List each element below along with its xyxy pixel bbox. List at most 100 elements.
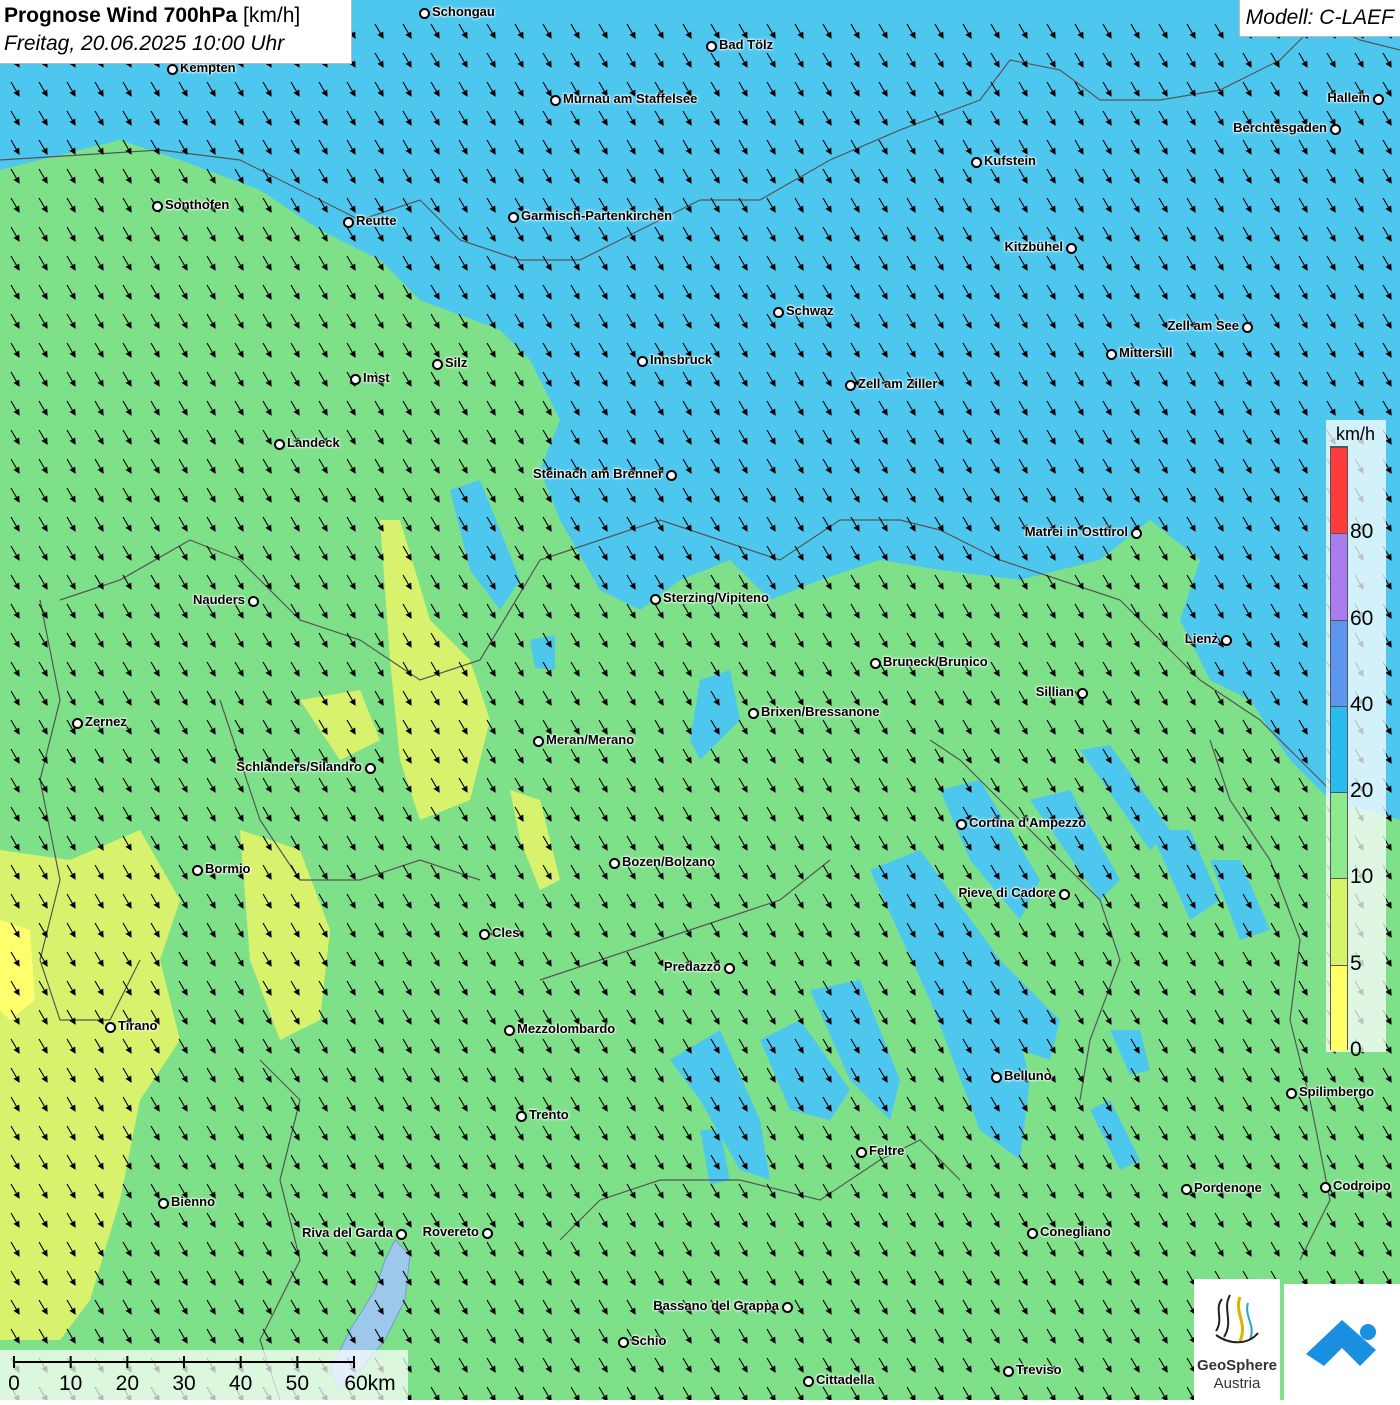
scale-label: 30: [172, 1372, 196, 1395]
city-dot-icon: [956, 819, 967, 830]
city-name: Mittersill: [1119, 345, 1173, 360]
city-dot-icon: [432, 359, 443, 370]
city-name: Reutte: [356, 213, 397, 228]
legend-color-step: [1331, 878, 1347, 965]
city-dot-icon: [482, 1228, 493, 1239]
city-dot-icon: [773, 307, 784, 318]
city-name: Mezzolombardo: [517, 1021, 616, 1036]
city-dot-icon: [1286, 1088, 1297, 1099]
city-name: Imst: [363, 370, 390, 385]
geosphere-name: GeoSphere: [1196, 1357, 1278, 1374]
city-dot-icon: [248, 596, 259, 607]
legend-tick-label: 5: [1350, 951, 1362, 975]
city-dot-icon: [533, 736, 544, 747]
city-name: Schlanders/Silandro: [236, 759, 362, 774]
city-dot-icon: [870, 658, 881, 669]
city-name: Tirano: [118, 1018, 158, 1033]
city-name: Zell am Ziller: [858, 376, 938, 391]
city-dot-icon: [167, 64, 178, 75]
geosphere-logo: GeoSphere Austria: [1194, 1279, 1280, 1400]
city-dot-icon: [666, 470, 677, 481]
city-dot-icon: [1106, 349, 1117, 360]
scale-label: 40: [228, 1372, 253, 1395]
legend-tick-label: 40: [1350, 692, 1374, 716]
city-dot-icon: [1027, 1228, 1038, 1239]
city-name: Innsbruck: [650, 352, 713, 367]
city-dot-icon: [1330, 124, 1341, 135]
city-name: Bozen/Bolzano: [622, 854, 716, 869]
city-dot-icon: [479, 929, 490, 940]
city-name: Sillian: [1035, 684, 1074, 699]
city-dot-icon: [782, 1302, 793, 1313]
wind-forecast-map: Schongau Bad Tölz Kempten Murnau am Staffel…: [0, 0, 1400, 1400]
city-name: Murnau am Staffelsee: [563, 91, 698, 106]
city-dot-icon: [365, 763, 376, 774]
city-name: Bruneck/Brunico: [883, 654, 988, 669]
city-dot-icon: [803, 1376, 814, 1387]
legend-tick-label: 80: [1350, 520, 1374, 544]
geosphere-mark-icon: [1215, 1294, 1259, 1344]
legend-color-bar: [1330, 446, 1348, 1051]
city-name: Predazzo: [663, 959, 721, 974]
city-dot-icon: [706, 41, 717, 52]
city-name: Cortina d'Ampezzo: [969, 815, 1087, 830]
city-dot-icon: [516, 1111, 527, 1122]
city-name: Bad Tölz: [719, 37, 774, 52]
city-name: Hallein: [1327, 90, 1370, 105]
geosphere-country: Austria: [1213, 1375, 1261, 1392]
city-dot-icon: [991, 1072, 1002, 1083]
city-dot-icon: [856, 1147, 867, 1158]
city-dot-icon: [158, 1198, 169, 1209]
city-name: Trento: [529, 1107, 569, 1122]
city-dot-icon: [550, 95, 561, 106]
legend-color-step: [1331, 792, 1347, 879]
model-label: Modell: C-LAEF: [1238, 0, 1400, 37]
city-dot-icon: [1066, 243, 1077, 254]
city-name: Bassano del Grappa: [653, 1298, 779, 1313]
city-name: Zernez: [85, 714, 127, 729]
city-dot-icon: [1242, 322, 1253, 333]
city-dot-icon: [152, 201, 163, 212]
city-name: Schio: [631, 1333, 667, 1348]
color-legend: km/h 80 60 40 20 10 5 0: [1326, 420, 1386, 1061]
city-name: Landeck: [287, 435, 340, 450]
city-name: Treviso: [1016, 1362, 1062, 1377]
legend-color-step: [1331, 705, 1347, 793]
city-name: Feltre: [869, 1143, 905, 1158]
city-dot-icon: [72, 718, 83, 729]
city-dot-icon: [396, 1229, 407, 1240]
city-dot-icon: [274, 439, 285, 450]
map-title: Prognose Wind 700hPa [km/h] Freitag, 20.…: [0, 0, 352, 64]
city-name: Conegliano: [1040, 1224, 1111, 1239]
city-name: Rovereto: [422, 1224, 479, 1239]
city-name: Berchtesgaden: [1233, 120, 1327, 135]
legend-tick-label: 10: [1350, 865, 1374, 889]
legend-color-step: [1331, 964, 1347, 1051]
city-name: Steinach am Brenner: [532, 466, 663, 481]
city-name: Schongau: [432, 4, 495, 19]
city-dot-icon: [1181, 1184, 1192, 1195]
city-name: Bienno: [171, 1194, 216, 1209]
city-dot-icon: [1131, 528, 1142, 539]
city-name: Garmisch-Partenkirchen: [521, 208, 673, 223]
city-name: Codroipo: [1333, 1178, 1391, 1193]
city-dot-icon: [105, 1022, 116, 1033]
city-dot-icon: [343, 217, 354, 228]
scale-bar: 0 10 20 30 40 50 60km: [0, 1350, 408, 1400]
title-main: Prognose Wind 700hPa: [4, 4, 238, 27]
city-dot-icon: [609, 858, 620, 869]
city-name: Cles: [492, 925, 520, 940]
city-name: Kitzbühel: [1004, 239, 1064, 254]
city-name: Riva del Garda: [301, 1225, 393, 1240]
city-dot-icon: [1003, 1366, 1014, 1377]
scale-label: 50: [285, 1372, 310, 1395]
city-name: Matrei in Osttirol: [1024, 524, 1128, 539]
app-logo: [1284, 1284, 1400, 1400]
weather-app-icon: [1306, 1320, 1376, 1366]
city-name: Cittadella: [816, 1372, 875, 1387]
scale-label: 20: [115, 1372, 140, 1395]
title-unit: [km/h]: [243, 4, 301, 27]
city-dot-icon: [192, 865, 203, 876]
legend-tick-label: 60: [1350, 606, 1374, 630]
city-name: Pieve di Cadore: [958, 885, 1056, 900]
